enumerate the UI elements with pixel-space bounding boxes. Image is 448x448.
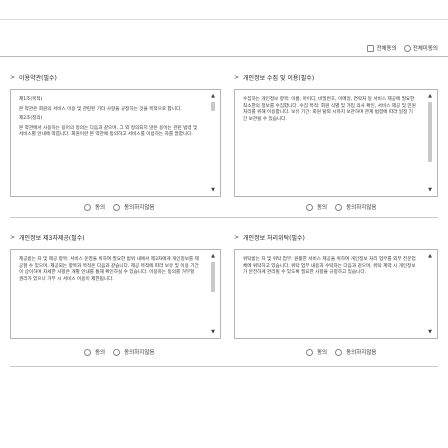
section-title-privacy-collection: > 개인정보 수집 및 이용(필수) — [234, 73, 314, 82]
chevron-right-icon: > — [10, 234, 16, 241]
terms-paragraph: 제1조(목적) — [19, 97, 43, 102]
scroll-up-icon[interactable]: ▲ — [428, 93, 432, 99]
terms-paragraph: 본 약관에서 사용하는 용어의 정의는 다음과 같으며, 그 외 정의되지 않은… — [19, 125, 198, 138]
disagree-label: 동의하지않음 — [124, 205, 155, 211]
agree-label: 동의 — [317, 350, 328, 356]
disagree-radio[interactable] — [113, 203, 121, 211]
scroll-up-icon[interactable]: ▲ — [211, 253, 215, 259]
disagree-all-label: 전체미동의 — [412, 46, 438, 52]
disagree-radio[interactable] — [335, 203, 343, 211]
agree-radio[interactable] — [84, 203, 91, 211]
section-title-text: 개인정보 수집 및 이용(필수) — [243, 75, 315, 82]
disagree-all-radio[interactable] — [403, 44, 411, 52]
agree-radio[interactable] — [306, 348, 313, 356]
chevron-right-icon: > — [10, 74, 16, 81]
disagree-label: 동의하지않음 — [346, 205, 377, 211]
agree-label: 동의 — [95, 205, 106, 211]
consent-options-terms: 동의 동의하지않음 — [84, 203, 155, 211]
disagree-radio[interactable] — [113, 348, 121, 356]
top-bar — [0, 0, 448, 20]
agree-radio[interactable] — [306, 203, 313, 211]
third-party-text: 제공받는 자 및 제공 항목: 서비스 운영을 위하여 필요한 범위 내에서 제… — [19, 257, 200, 286]
disagree-label: 동의하지않음 — [124, 350, 155, 356]
section-title-terms: > 이용약관(필수) — [10, 73, 57, 82]
bottom-divider — [10, 366, 438, 367]
outsourcing-text-box[interactable]: 위탁받는 자 및 위탁 업무: 원활한 서비스 제공을 위하여 개인정보 처리 … — [234, 249, 438, 339]
header-divider — [0, 56, 448, 57]
agree-all-checkbox[interactable] — [367, 44, 375, 52]
terms-text: 제1조(목적) 본 약관은 회원의 서비스 이용 및 관련된 기타 사항을 규정… — [19, 97, 200, 142]
section-title-text: 개인정보 제3자제공(필수) — [19, 235, 85, 242]
scroll-down-icon[interactable]: ▼ — [428, 187, 432, 193]
agree-all-option[interactable]: 전체동의 — [367, 44, 397, 52]
section-title-text: 이용약관(필수) — [19, 75, 57, 82]
disagree-radio[interactable] — [335, 348, 343, 356]
privacy-collection-text-box[interactable]: 수집하는 개인정보 항목: 이름, 아이디, 비밀번호, 이메일, 연락처 등 … — [234, 89, 438, 197]
scroll-down-icon[interactable]: ▼ — [211, 187, 215, 193]
chevron-right-icon: > — [234, 234, 240, 241]
outsourcing-paragraph: 위탁받는 자 및 위탁 업무: 원활한 서비스 제공을 위하여 개인정보 처리 … — [243, 257, 416, 276]
agree-label: 동의 — [95, 350, 106, 356]
scrollbar-thumb[interactable] — [428, 102, 432, 162]
terms-agreement-page: 전체동의 전체미동의 > 이용약관(필수) 제1조(목적) 본 약관은 회원의 … — [0, 0, 448, 448]
disagree-label: 동의하지않음 — [346, 350, 377, 356]
terms-paragraph: 본 약관은 회원의 서비스 이용 및 관련된 기타 사항을 규정하는 것을 목적… — [19, 106, 182, 112]
chevron-right-icon: > — [234, 74, 240, 81]
consent-options-third-party: 동의 동의하지않음 — [84, 348, 155, 356]
agree-label: 동의 — [317, 205, 328, 211]
third-party-text-box[interactable]: 제공받는 자 및 제공 항목: 서비스 운영을 위하여 필요한 범위 내에서 제… — [10, 249, 221, 339]
outsourcing-text: 위탁받는 자 및 위탁 업무: 원활한 서비스 제공을 위하여 개인정보 처리 … — [243, 257, 417, 280]
disagree-all-option[interactable]: 전체미동의 — [403, 44, 438, 52]
scroll-down-icon[interactable]: ▼ — [428, 329, 432, 335]
scroll-down-icon[interactable]: ▼ — [211, 329, 215, 335]
section-title-third-party: > 개인정보 제3자제공(필수) — [10, 233, 85, 242]
section-title-outsourcing: > 개인정보 처리위탁(필수) — [234, 233, 305, 242]
terms-text-box[interactable]: 제1조(목적) 본 약관은 회원의 서비스 이용 및 관련된 기타 사항을 규정… — [10, 89, 221, 197]
terms-paragraph: 제2조(정의) — [19, 116, 43, 122]
scroll-up-icon[interactable]: ▲ — [211, 93, 215, 99]
privacy-paragraph: 수집하는 개인정보 항목: 이름, 아이디, 비밀번호, 이메일, 연락처 등 … — [243, 97, 416, 122]
bulk-consent-actions: 전체동의 전체미동의 — [367, 44, 438, 52]
agree-all-label: 전체동의 — [376, 46, 397, 52]
scrollbar-thumb[interactable] — [211, 102, 215, 111]
third-party-paragraph: 제공받는 자 및 제공 항목: 서비스 운영을 위하여 필요한 범위 내에서 제… — [19, 257, 199, 282]
agree-radio[interactable] — [84, 348, 91, 356]
consent-options-privacy-collection: 동의 동의하지않음 — [306, 203, 377, 211]
scrollbar-thumb[interactable] — [211, 262, 215, 292]
consent-options-outsourcing: 동의 동의하지않음 — [306, 348, 377, 356]
row-divider — [10, 217, 438, 218]
section-title-text: 개인정보 처리위탁(필수) — [243, 235, 305, 242]
scroll-up-icon[interactable]: ▲ — [428, 253, 432, 259]
privacy-collection-text: 수집하는 개인정보 항목: 이름, 아이디, 비밀번호, 이메일, 연락처 등 … — [243, 97, 417, 126]
